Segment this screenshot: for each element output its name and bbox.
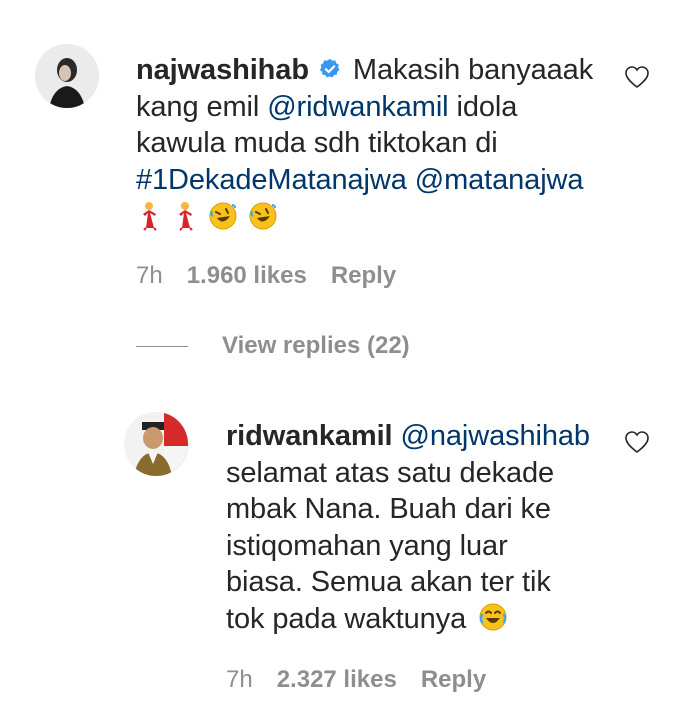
heart-outline-icon[interactable]: [624, 430, 650, 454]
comment-text: ridwankamil @najwashihab selamat atas sa…: [226, 418, 626, 637]
mention-link[interactable]: @najwashihab: [400, 420, 590, 452]
emoji-row: [136, 200, 606, 236]
heart-outline-icon[interactable]: [624, 65, 650, 89]
comment-meta: 7h 1.960 likes Reply: [136, 262, 420, 290]
comment-text-line: tok pada waktunya: [226, 602, 467, 635]
divider: [136, 345, 188, 347]
username[interactable]: najwashihab: [136, 54, 309, 86]
woman-dancing-icon: [143, 202, 157, 231]
woman-dancing-icon: [178, 202, 193, 231]
comment-text-line: selamat atas satu dekade: [226, 456, 555, 489]
hashtag-link[interactable]: #1DekadeMatanajwa: [136, 164, 407, 196]
reply-button[interactable]: Reply: [421, 666, 486, 694]
avatar-photo: [35, 44, 99, 108]
rolling-laughing-icon: [249, 202, 277, 230]
mention-link[interactable]: @matanajwa: [415, 164, 584, 196]
view-replies-button[interactable]: View replies (22): [136, 332, 410, 360]
comment-text-part: idola: [456, 90, 518, 123]
comment-text-line: biasa. Semua akan ter tik: [226, 566, 551, 598]
avatar[interactable]: [124, 412, 188, 476]
likes-count[interactable]: 1.960 likes: [187, 262, 307, 290]
comment-text-part: kawula muda sdh tiktokan di: [136, 127, 498, 159]
reply-button[interactable]: Reply: [331, 262, 396, 290]
username[interactable]: ridwankamil: [226, 420, 393, 452]
comment-text-line: mbak Nana. Buah dari ke: [226, 493, 551, 525]
comment-time[interactable]: 7h: [136, 262, 163, 290]
comment-text-line: istiqomahan yang luar: [226, 529, 508, 562]
verified-badge-icon: [319, 58, 340, 78]
comment-time[interactable]: 7h: [226, 666, 253, 694]
tears-of-joy-icon: [479, 603, 507, 630]
view-replies-label: View replies (22): [222, 332, 410, 359]
likes-count[interactable]: 2.327 likes: [277, 666, 397, 694]
comment-meta: 7h 2.327 likes Reply: [226, 666, 510, 694]
rolling-laughing-icon: [209, 202, 237, 230]
avatar-photo: [124, 412, 188, 476]
mention-link[interactable]: @ridwankamil: [267, 91, 448, 123]
comment-text: najwashihab Makasih banyaaak kang emil @…: [136, 52, 606, 236]
avatar[interactable]: [35, 44, 99, 108]
